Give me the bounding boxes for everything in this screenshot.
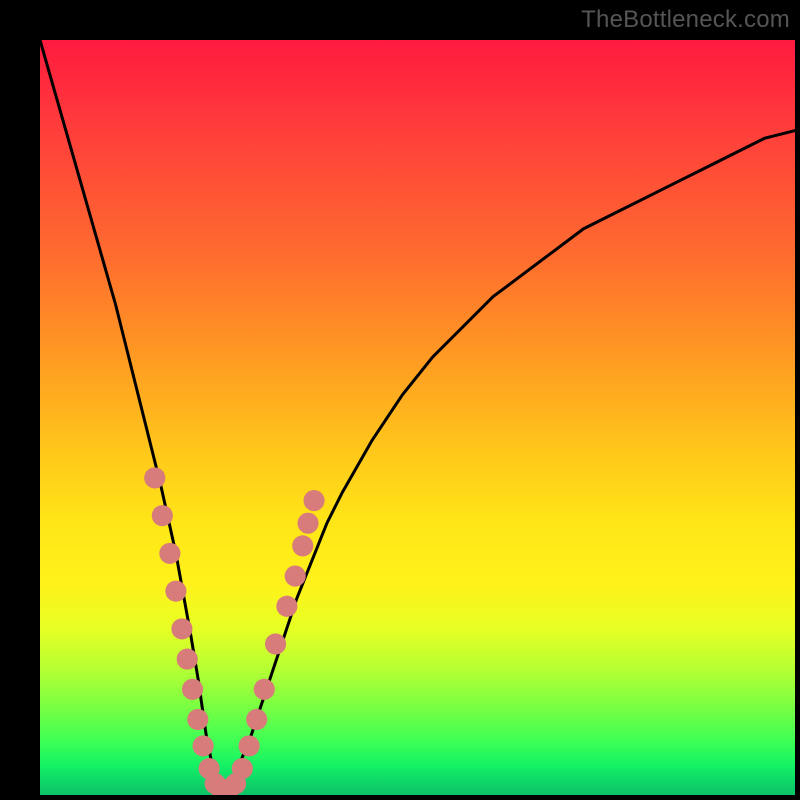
curve-dot [265,633,286,654]
chart-frame: TheBottleneck.com [0,0,800,800]
plot-area [40,40,795,795]
curve-dot [276,596,297,617]
curve-dot [159,543,180,564]
curve-dot [177,649,198,670]
watermark-text: TheBottleneck.com [581,6,790,34]
curve-dot [239,735,260,756]
bottleneck-curve [40,40,795,787]
curve-dot [232,758,253,779]
curve-dot [285,565,306,586]
curve-dot [193,735,214,756]
curve-dot [303,490,324,511]
curve-dot [182,679,203,700]
curve-dot [144,467,165,488]
curve-dot [165,581,186,602]
curve-dot [152,505,173,526]
curve-dot [187,709,208,730]
curve-dot [254,679,275,700]
curve-dot [246,709,267,730]
curve-dot [171,618,192,639]
bottleneck-curve-svg [40,40,795,795]
curve-dot [297,513,318,534]
curve-dot [292,535,313,556]
curve-dots [144,467,324,795]
